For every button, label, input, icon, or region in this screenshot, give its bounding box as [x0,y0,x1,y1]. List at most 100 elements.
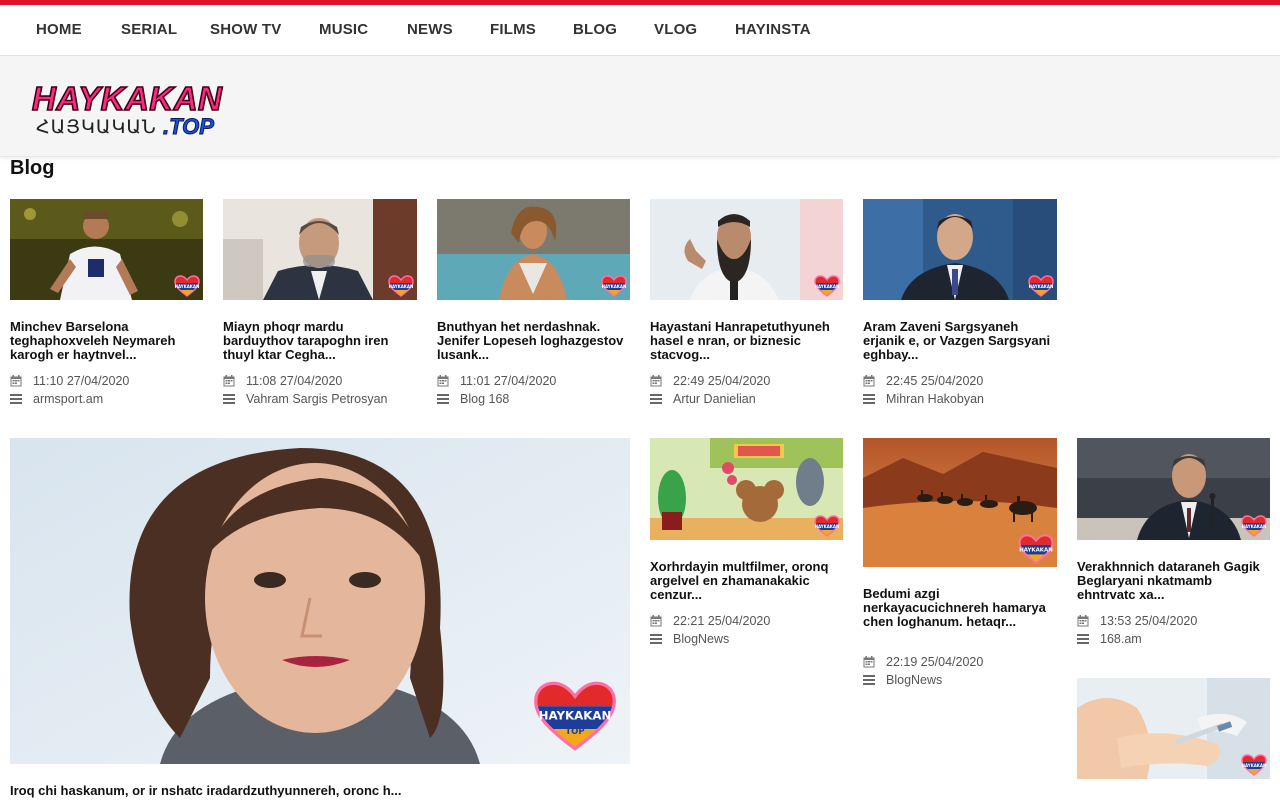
post-source-text: 168.am [1100,632,1142,646]
post-card: HAYKAKAN Minchev Barselona teghaphoxvele… [10,199,204,409]
post-date: 22:45 25/04/2020 [863,374,983,388]
nav-item-music[interactable]: MUSIC [319,21,368,38]
post-title[interactable]: Minchev Barselona teghaphoxveleh Neymare… [10,320,204,362]
post-date: 13:53 25/04/2020 [1077,614,1197,628]
list-icon [863,674,875,686]
post-date: 22:49 25/04/2020 [650,374,770,388]
nav-item-blog[interactable]: BLOG [573,21,617,38]
post-card: HAYKAKAN Xorhrdayin multfilmer, oronq ar… [650,438,844,653]
haykakan-badge: HAYKAKAN [1241,754,1267,776]
post-date-text: 11:01 27/04/2020 [460,374,557,388]
post-source[interactable]: 168.am [1077,632,1142,646]
post-date-text: 13:53 25/04/2020 [1100,614,1198,628]
calendar-icon [650,375,662,387]
post-date: 11:08 27/04/2020 [223,374,342,388]
post-thumbnail[interactable]: HAYKAKAN [1077,678,1270,779]
post-source[interactable]: Artur Danielian [650,392,756,406]
post-title[interactable]: Verakhnnich dataraneh Gagik Beglaryani n… [1077,560,1271,602]
post-source[interactable]: Mihran Hakobyan [863,392,984,406]
svg-text:HAYKAKAN: HAYKAKAN [1242,763,1267,768]
haykakan-badge: HAYKAKAN [388,275,414,297]
nav-item-hayinsta[interactable]: HAYINSTA [735,21,811,38]
post-date: 11:10 27/04/2020 [10,374,129,388]
post-date: 22:19 25/04/2020 [863,655,983,669]
svg-text:HAYKAKAN: HAYKAKAN [1242,524,1267,529]
calendar-icon [863,656,875,668]
post-title[interactable]: Bedumi azgi nerkayacucichnereh hamarya c… [863,587,1057,629]
haykakan-badge: HAYKAKAN [174,275,200,297]
post-title[interactable]: Xorhrdayin multfilmer, oronq argelvel en… [650,560,844,602]
list-icon [1077,633,1089,645]
post-source[interactable]: BlogNews [863,673,942,687]
post-thumbnail[interactable]: HAYKAKAN [10,199,203,300]
post-source[interactable]: Vahram Sargis Petrosyan [223,392,388,406]
svg-text:HAYKAKAN: HAYKAKAN [602,284,627,289]
post-thumbnail[interactable]: HAYKAKAN [1077,438,1270,540]
post-date-text: 11:10 27/04/2020 [33,374,130,388]
post-title[interactable]: Hayastani Hanrapetuthyuneh hasel e nran,… [650,320,844,362]
calendar-icon [223,375,235,387]
svg-text:HAYKAKAN: HAYKAKAN [1019,548,1053,554]
section-title: Blog [10,157,55,179]
post-source-text: BlogNews [673,632,730,646]
post-card: HAYKAKAN Miayn phoqr mardu barduythov ta… [223,199,417,409]
post-card: HAYKAKAN Hayastani Hanrapetuthyuneh hase… [650,199,844,409]
featured-post-title[interactable]: Iroq chi haskanum, or ir nshatc iradardz… [10,784,630,798]
haykakan-badge: HAYKAKAN [814,515,840,537]
nav-item-news[interactable]: NEWS [407,21,453,38]
post-card: HAYKAKAN Bedumi azgi nerkayacucichnereh … [863,438,1057,693]
post-source-text: Mihran Hakobyan [886,392,984,406]
post-source[interactable]: armsport.am [10,392,103,406]
list-icon [650,633,662,645]
post-card: HAYKAKAN Aram Zaveni Sargsyaneh erjanik … [863,199,1057,409]
svg-text:HAYKAKAN: HAYKAKAN [389,284,414,289]
post-date-text: 22:45 25/04/2020 [886,374,984,388]
post-date-text: 22:21 25/04/2020 [673,614,771,628]
post-card: HAYKAKAN Verakhnnich dataraneh Gagik Beg… [1077,438,1271,653]
post-title[interactable]: Bnuthyan het nerdashnak. Jenifer Lopeseh… [437,320,631,362]
calendar-icon [863,375,875,387]
post-source[interactable]: BlogNews [650,632,729,646]
haykakan-badge: HAYKAKAN [1028,275,1054,297]
post-title[interactable]: Miayn phoqr mardu barduythov tarapoghn i… [223,320,417,362]
svg-text:HAYKAKAN: HAYKAKAN [32,80,223,117]
haykakan-badge: HAYKAKAN [814,275,840,297]
post-title[interactable]: Aram Zaveni Sargsyaneh erjanik e, or Vaz… [863,320,1057,362]
svg-text:HAYKAKAN: HAYKAKAN [539,708,612,722]
site-header: HAYKAKAN ՀԱՅԿԱԿԱՆ .TOP [0,56,1280,157]
nav-item-films[interactable]: FILMS [490,21,536,38]
post-card: HAYKAKAN [1077,678,1271,780]
list-icon [437,393,449,405]
nav-item-show-tv[interactable]: SHOW TV [210,21,281,38]
svg-text:HAYKAKAN: HAYKAKAN [815,284,840,289]
post-source-text: Artur Danielian [673,392,756,406]
calendar-icon [1077,615,1089,627]
post-thumbnail[interactable]: HAYKAKAN [437,199,630,300]
post-thumbnail[interactable]: HAYKAKAN [650,199,843,300]
post-date-text: 11:08 27/04/2020 [246,374,343,388]
post-thumbnail[interactable]: HAYKAKAN [863,199,1057,300]
calendar-icon [650,615,662,627]
post-date-text: 22:49 25/04/2020 [673,374,771,388]
calendar-icon [437,375,449,387]
site-logo[interactable]: HAYKAKAN ՀԱՅԿԱԿԱՆ .TOP [30,79,225,139]
nav-item-home[interactable]: HOME [36,21,82,38]
post-thumbnail[interactable]: HAYKAKAN [223,199,417,300]
main-navigation: HOME SERIAL SHOW TV MUSIC NEWS FILMS BLO… [0,5,1280,56]
post-thumbnail[interactable]: HAYKAKAN [650,438,843,540]
svg-text:HAYKAKAN: HAYKAKAN [1029,284,1054,289]
svg-text:ՀԱՅԿԱԿԱՆ: ՀԱՅԿԱԿԱՆ [36,116,157,136]
post-source[interactable]: Blog 168 [437,392,509,406]
svg-text:HAYKAKAN: HAYKAKAN [175,284,200,289]
post-source-text: Vahram Sargis Petrosyan [246,392,388,406]
post-date: 11:01 27/04/2020 [437,374,556,388]
nav-item-serial[interactable]: SERIAL [121,21,177,38]
haykakan-badge: HAYKAKAN [1241,515,1267,537]
post-thumbnail[interactable]: HAYKAKAN [863,438,1057,567]
nav-item-vlog[interactable]: VLOG [654,21,697,38]
post-date-text: 22:19 25/04/2020 [886,655,984,669]
list-icon [650,393,662,405]
featured-post-thumbnail[interactable]: HAYKAKAN TOP [10,438,630,764]
list-icon [223,393,235,405]
calendar-icon [10,375,22,387]
